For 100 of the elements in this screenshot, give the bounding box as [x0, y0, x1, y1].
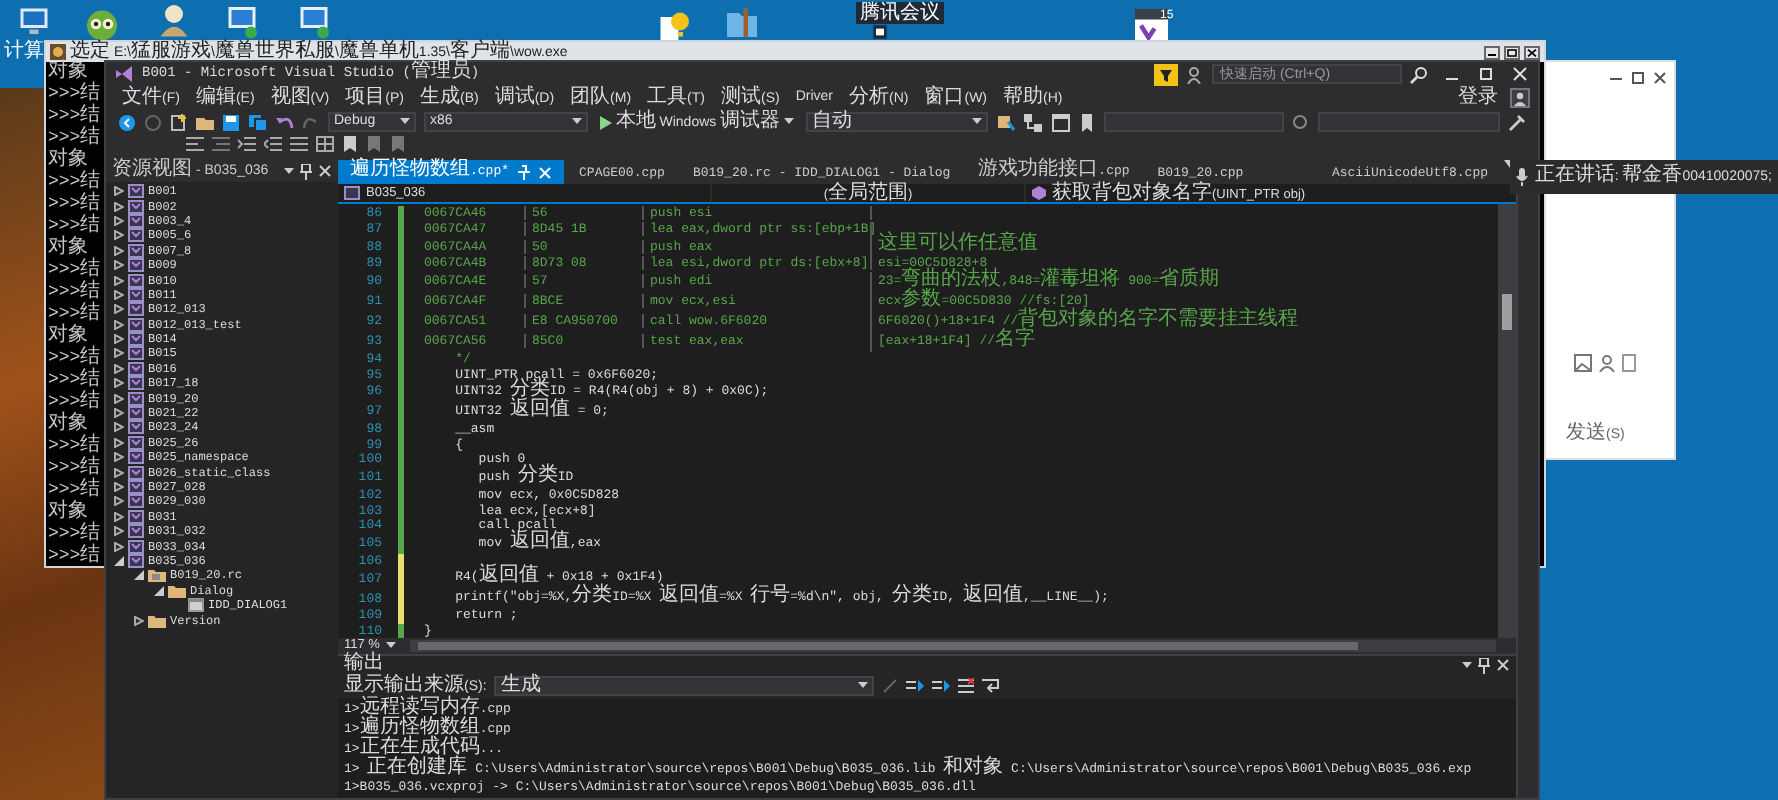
console-line: >>>结 — [48, 304, 101, 326]
bookmark-next-icon[interactable] — [390, 136, 406, 152]
pin-icon[interactable] — [1478, 657, 1490, 673]
collapsed-arrow-icon[interactable] — [114, 467, 124, 478]
panel-title: 输出 — [344, 654, 384, 674]
caret-icon[interactable] — [1462, 661, 1472, 669]
indent-icon[interactable] — [238, 136, 256, 152]
console-line: >>>结 — [48, 216, 101, 238]
expanded-arrow-icon[interactable] — [134, 570, 144, 581]
computer-icon[interactable] — [16, 4, 52, 40]
collapsed-arrow-icon[interactable] — [114, 245, 124, 256]
console-line: >>>结 — [48, 106, 101, 128]
collapsed-arrow-icon[interactable] — [114, 186, 124, 197]
folder-icon[interactable] — [196, 113, 214, 131]
monitor-icon[interactable] — [296, 4, 332, 40]
forward-icon[interactable] — [144, 113, 162, 131]
person-feedback-icon[interactable] — [1186, 65, 1204, 83]
expanded-arrow-icon[interactable] — [154, 585, 164, 596]
list-icon[interactable] — [290, 136, 308, 152]
undo-icon[interactable] — [276, 113, 294, 131]
collapsed-arrow-icon[interactable] — [114, 304, 124, 315]
console-line: >>>结 — [48, 84, 101, 106]
next-message-icon[interactable] — [932, 678, 951, 694]
outdent-icon[interactable] — [264, 136, 282, 152]
close-icon[interactable] — [1652, 70, 1668, 86]
save-all-icon[interactable] — [248, 113, 268, 131]
save-icon[interactable] — [222, 113, 240, 131]
console-line: >>>结 — [48, 480, 101, 502]
minimize-icon[interactable] — [1484, 45, 1500, 59]
console-line: 对象 — [48, 502, 88, 524]
collapsed-arrow-icon[interactable] — [114, 408, 124, 419]
table-icon[interactable] — [316, 136, 334, 152]
hierarchy-icon[interactable] — [1023, 113, 1044, 131]
console-line: >>>结 — [48, 260, 101, 282]
collapsed-arrow-icon[interactable] — [114, 348, 124, 359]
help-document-icon[interactable] — [656, 8, 692, 44]
caret-icon[interactable] — [284, 167, 294, 175]
console-line: >>>结 — [48, 172, 101, 194]
collapsed-arrow-icon[interactable] — [114, 275, 124, 286]
collapsed-arrow-icon[interactable] — [114, 319, 124, 330]
maximize-icon[interactable] — [1630, 70, 1646, 86]
vertical-scrollbar[interactable] — [1498, 204, 1516, 638]
meeting-app-icon[interactable] — [872, 24, 888, 40]
collapsed-arrow-icon[interactable] — [114, 230, 124, 241]
collapsed-arrow-icon[interactable] — [114, 363, 124, 374]
align-icon[interactable] — [186, 136, 204, 152]
collapsed-arrow-icon[interactable] — [114, 201, 124, 212]
expanded-arrow-icon[interactable] — [114, 555, 124, 566]
bookmark-prev-icon[interactable] — [366, 136, 382, 152]
console-line: >>>结 — [48, 282, 101, 304]
person-icon[interactable] — [1598, 354, 1616, 372]
word-wrap-icon[interactable] — [982, 678, 1001, 694]
collapsed-arrow-icon[interactable] — [114, 215, 124, 226]
pin-note-icon[interactable] — [995, 113, 1016, 131]
previous-message-icon[interactable] — [906, 678, 925, 694]
collapsed-arrow-icon[interactable] — [114, 422, 124, 433]
collapsed-arrow-icon[interactable] — [114, 260, 124, 271]
sign-in-link[interactable]: 登录 — [1458, 87, 1498, 109]
new-item-icon[interactable] — [170, 113, 188, 131]
collapsed-arrow-icon[interactable] — [114, 378, 124, 389]
tool-icon[interactable] — [1507, 113, 1526, 131]
console-line: >>>结 — [48, 436, 101, 458]
person-silhouette-icon[interactable] — [156, 2, 192, 38]
console-line: >>>结 — [48, 458, 101, 480]
horizontal-scrollbar[interactable] — [409, 640, 1496, 652]
scrollbar-thumb[interactable] — [417, 642, 1358, 650]
close-icon[interactable] — [1524, 45, 1540, 59]
console-line: 对象 — [48, 238, 88, 260]
search-icon[interactable] — [1410, 65, 1428, 83]
account-icon[interactable] — [1510, 88, 1530, 108]
collapsed-arrow-icon[interactable] — [114, 289, 124, 300]
app-icon — [50, 44, 66, 60]
find-icon[interactable] — [1292, 113, 1311, 131]
output-source-dropdown[interactable]: 生成 — [494, 676, 875, 696]
window-icon[interactable] — [1051, 113, 1070, 131]
bookmark-icon[interactable] — [342, 136, 358, 152]
collapsed-arrow-icon[interactable] — [114, 393, 124, 404]
collapsed-arrow-icon[interactable] — [114, 334, 124, 345]
monster-icon[interactable] — [84, 6, 120, 42]
bookmark-icon[interactable] — [1077, 113, 1096, 131]
back-icon[interactable] — [118, 113, 136, 131]
collapsed-arrow-icon[interactable] — [114, 496, 124, 507]
collapsed-arrow-icon[interactable] — [114, 437, 124, 448]
scrollbar-thumb[interactable] — [1502, 294, 1512, 330]
collapsed-arrow-icon[interactable] — [114, 452, 124, 463]
collapsed-arrow-icon[interactable] — [134, 615, 144, 626]
debug-mode-dropdown[interactable]: 自动 — [806, 112, 988, 132]
console-line: 对象 — [48, 150, 88, 172]
collapsed-arrow-icon[interactable] — [114, 482, 124, 492]
picture-icon[interactable] — [1574, 354, 1592, 372]
collapsed-arrow-icon[interactable] — [114, 526, 124, 537]
collapsed-arrow-icon[interactable] — [114, 541, 124, 552]
collapsed-arrow-icon[interactable] — [114, 511, 124, 522]
monitor-icon[interactable] — [224, 4, 260, 40]
find-message-icon[interactable] — [882, 678, 899, 694]
clear-all-icon[interactable] — [958, 678, 975, 694]
panel-icon[interactable] — [1622, 354, 1636, 372]
console-line: >>>结 — [48, 546, 101, 568]
filter-icon[interactable] — [1154, 63, 1178, 85]
pin-icon[interactable] — [300, 163, 312, 179]
